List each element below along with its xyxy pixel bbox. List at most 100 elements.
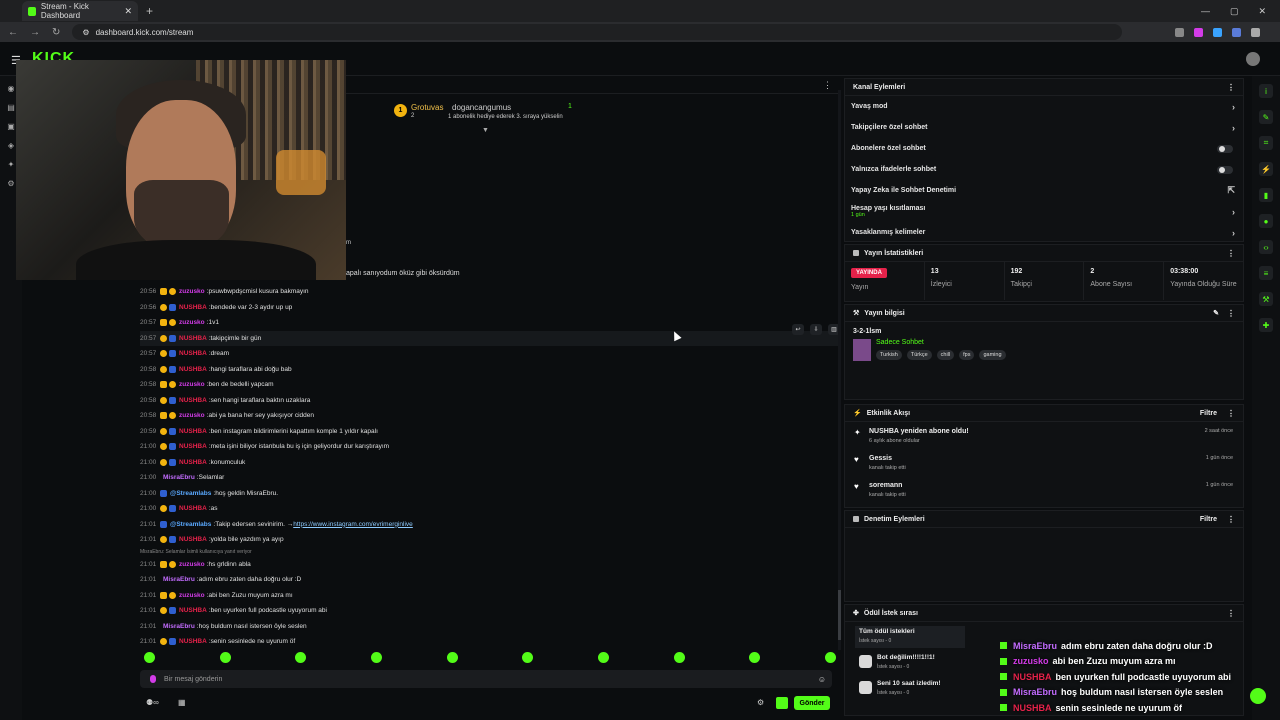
channel-action-row[interactable]: Yasaklanmış kelimeler › bbox=[845, 222, 1243, 241]
minimize-icon[interactable]: — bbox=[1201, 6, 1210, 17]
chat-message[interactable]: 21:00 @Streamlabs: hoş geldin MisraEbru. bbox=[140, 486, 840, 502]
chat-message[interactable]: 21:01 @Streamlabs: Takip edersen seviniri… bbox=[140, 517, 840, 533]
channel-action-row[interactable]: Yalnızca ifadelerle sohbet bbox=[845, 159, 1243, 180]
message-username[interactable]: zuzusko bbox=[179, 412, 205, 419]
avatar[interactable] bbox=[1246, 52, 1260, 66]
emote-icon[interactable] bbox=[144, 652, 155, 663]
rail-icon[interactable]: ▣ bbox=[7, 122, 15, 131]
more-options-icon[interactable]: ⋮ bbox=[1227, 249, 1235, 258]
forward-icon[interactable]: → bbox=[30, 27, 40, 38]
emote-icon[interactable] bbox=[370, 652, 382, 663]
message-username[interactable]: zuzusko bbox=[179, 288, 205, 295]
url-field[interactable]: ⚙ dashboard.kick.com/stream bbox=[72, 24, 1123, 40]
message-username[interactable]: NUSHBA bbox=[179, 335, 207, 342]
rail-icon[interactable]: ✦ bbox=[8, 160, 15, 169]
browser-tab[interactable]: Stream - Kick Dashboard ✕ bbox=[22, 1, 138, 21]
scrollbar-thumb[interactable] bbox=[838, 590, 841, 640]
document-icon[interactable]: ▮ bbox=[1259, 188, 1273, 202]
crop-icon[interactable]: ⌗ bbox=[1259, 136, 1273, 150]
help-button[interactable] bbox=[1250, 688, 1266, 704]
message-username[interactable]: NUSHBA bbox=[179, 304, 207, 311]
message-username[interactable]: NUSHBA bbox=[179, 638, 207, 645]
wrench-icon[interactable]: ⚒ bbox=[1259, 292, 1273, 306]
chat-message[interactable]: 20:57 NUSHBA: dream bbox=[140, 346, 840, 362]
toggle-switch[interactable] bbox=[1217, 165, 1233, 174]
reload-icon[interactable]: ↻ bbox=[52, 27, 60, 38]
extension-icon[interactable] bbox=[1194, 27, 1203, 37]
users-icon[interactable]: ⚉∞ bbox=[146, 698, 159, 707]
message-username[interactable]: NUSHBA bbox=[179, 607, 207, 614]
chat-input[interactable]: Bir mesaj gönderin ☺ bbox=[140, 670, 832, 688]
stream-tag[interactable]: Türkçe bbox=[906, 350, 932, 360]
emote-icon[interactable] bbox=[749, 652, 761, 663]
rail-icon[interactable]: ◈ bbox=[8, 141, 14, 150]
message-username[interactable]: NUSHBA bbox=[179, 397, 207, 404]
list-icon[interactable]: ≡ bbox=[1259, 266, 1273, 280]
chat-message[interactable]: 21:00 NUSHBA: meta işini biliyor istanbul… bbox=[140, 439, 840, 455]
chat-icon[interactable]: ● bbox=[1259, 214, 1273, 228]
chat-message[interactable]: 20:58 zuzusko: abi ya bana her sey yakışı… bbox=[140, 408, 840, 424]
extensions-puzzle-icon[interactable] bbox=[1251, 27, 1260, 37]
chat-message[interactable]: 21:01 zuzusko: hs grldinn abla bbox=[140, 557, 840, 573]
microphone-icon[interactable] bbox=[150, 675, 156, 683]
chat-message[interactable]: 21:00 NUSHBA: konumculuk bbox=[140, 455, 840, 471]
chat-message[interactable]: 21:01 NUSHBA: senin sesinlede ne uyurum ö… bbox=[140, 634, 840, 650]
leaderboard-user[interactable]: Grotuvas bbox=[411, 103, 443, 112]
chevron-right-icon[interactable]: › bbox=[1232, 207, 1235, 217]
message-username[interactable]: NUSHBA bbox=[179, 350, 207, 357]
info-icon[interactable]: i bbox=[1259, 84, 1273, 98]
message-username[interactable]: NUSHBA bbox=[179, 366, 207, 373]
stream-tag[interactable]: Turkish bbox=[876, 350, 902, 360]
widget-icon[interactable]: ✚ bbox=[1259, 318, 1273, 332]
channel-action-row[interactable]: Yapay Zeka ile Sohbet Denetimi ⇱ bbox=[845, 180, 1243, 201]
expand-arrow-icon[interactable]: ▼ bbox=[482, 127, 489, 134]
channel-action-row[interactable]: Yavaş mod › bbox=[845, 96, 1243, 117]
close-tab-icon[interactable]: ✕ bbox=[124, 6, 132, 17]
emote-icon[interactable] bbox=[295, 652, 307, 663]
emote-icon[interactable] bbox=[446, 652, 458, 663]
chevron-right-icon[interactable]: › bbox=[1232, 228, 1235, 238]
message-username[interactable]: zuzusko bbox=[179, 381, 205, 388]
message-username[interactable]: MisraEbru bbox=[163, 576, 195, 583]
more-options-icon[interactable]: ⋮ bbox=[1227, 609, 1235, 618]
edit-icon[interactable]: ✎ bbox=[1213, 309, 1219, 317]
reward-item[interactable]: Seni 10 saat izledim! İstek sayısı - 0 bbox=[855, 678, 965, 700]
send-button[interactable]: Gönder bbox=[794, 696, 830, 710]
new-tab-icon[interactable]: + bbox=[146, 4, 153, 18]
chat-message[interactable]: 20:58 zuzusko: ben de bedelli yapcam bbox=[140, 377, 840, 393]
pin-icon[interactable]: ⇩ bbox=[810, 324, 822, 335]
chevron-right-icon[interactable]: › bbox=[1232, 102, 1235, 112]
rail-icon[interactable]: ▤ bbox=[7, 103, 15, 112]
more-options-icon[interactable]: ⋮ bbox=[1227, 515, 1235, 524]
settings-icon[interactable]: ⚙ bbox=[7, 179, 14, 188]
message-username[interactable]: @Streamlabs bbox=[170, 521, 211, 528]
reward-item[interactable]: Bot değilim!!!!1!!1! İstek sayısı - 0 bbox=[855, 652, 965, 674]
message-username[interactable]: @Streamlabs bbox=[170, 490, 211, 497]
leaderboard-user[interactable]: dogancangumus bbox=[452, 103, 511, 112]
more-options-icon[interactable]: ⋮ bbox=[1227, 309, 1235, 318]
chat-message[interactable]: 21:01 NUSHBA: yolda bile yazdım ya ayıp bbox=[140, 532, 840, 548]
site-info-icon[interactable]: ⚙ bbox=[82, 28, 89, 37]
reward-item[interactable]: Tüm ödül istekleri İstek sayısı - 0 bbox=[855, 626, 965, 648]
stream-tag[interactable]: gaming bbox=[979, 350, 1006, 360]
filter-button[interactable]: Filtre bbox=[1200, 410, 1217, 417]
emote-icon[interactable] bbox=[597, 652, 609, 663]
kick-emote-icon[interactable] bbox=[776, 697, 788, 709]
message-username[interactable]: NUSHBA bbox=[179, 536, 207, 543]
emote-icon[interactable] bbox=[522, 652, 534, 663]
chat-message[interactable]: 21:00 MisraEbru: Selamlar bbox=[140, 470, 840, 486]
more-options-icon[interactable]: ⋮ bbox=[1227, 409, 1235, 418]
channel-action-row[interactable]: Hesap yaşı kısıtlaması 1 gün › bbox=[845, 201, 1243, 222]
message-link[interactable]: https://www.instagram.com/evrimerginlive bbox=[293, 521, 413, 528]
external-link-icon[interactable]: ⇱ bbox=[1227, 185, 1235, 196]
maximize-icon[interactable]: ▢ bbox=[1230, 6, 1239, 17]
channel-action-row[interactable]: Abonelere özel sohbet bbox=[845, 138, 1243, 159]
edit-icon[interactable]: ✎ bbox=[1259, 110, 1273, 124]
extension-icon[interactable] bbox=[1232, 27, 1241, 37]
emote-icon[interactable] bbox=[673, 652, 685, 663]
chat-message[interactable]: 20:56 zuzusko: psuwbwpdşcmisl kusura bakm… bbox=[140, 284, 840, 300]
message-username[interactable]: zuzusko bbox=[179, 592, 205, 599]
chat-message[interactable]: 21:01 NUSHBA: ben uyurken full podcastle … bbox=[140, 603, 840, 619]
message-username[interactable]: NUSHBA bbox=[179, 428, 207, 435]
stream-tag[interactable]: fps bbox=[959, 350, 975, 360]
